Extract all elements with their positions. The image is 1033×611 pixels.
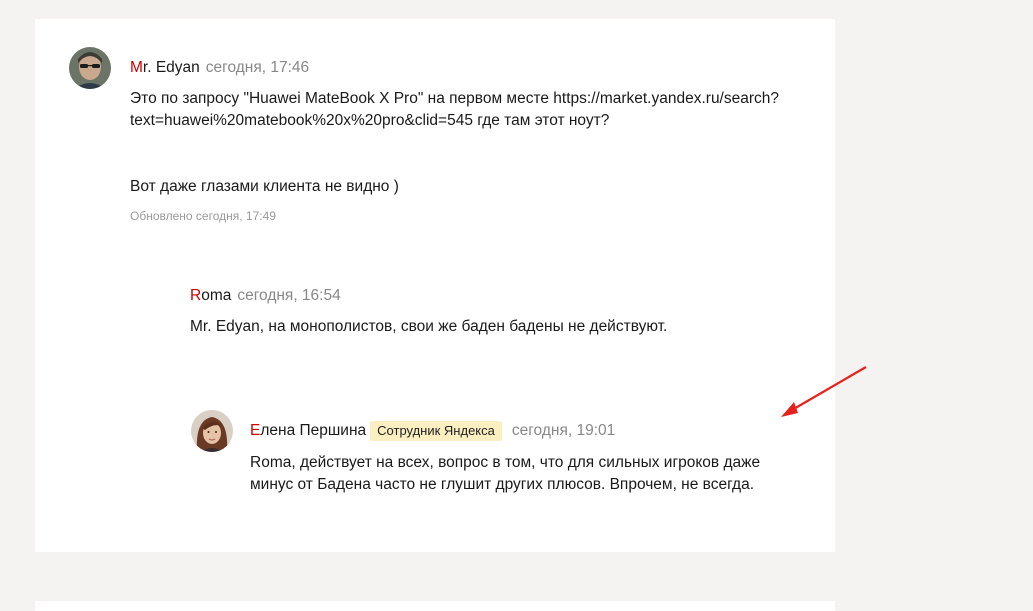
updated-note: Обновлено сегодня, 17:49	[130, 209, 276, 223]
comment-meta: Елена Першина Сотрудник Яндекса сегодня, 1…	[250, 421, 615, 441]
avatar[interactable]	[191, 410, 233, 452]
mention-link[interactable]: Mr. Edyan	[190, 318, 260, 335]
comment-text-line: Вот даже глазами клиента не видно )	[130, 178, 399, 195]
comment-text-line: Это по запросу "Huawei MateBook X Pro" н…	[130, 90, 780, 107]
next-card	[35, 601, 835, 611]
comment-text-line: минус от Бадена часто не глушит других п…	[250, 476, 755, 493]
user-avatar-icon	[69, 47, 111, 89]
avatar[interactable]	[69, 47, 111, 89]
comment-text-line: Roma, действует на всех, вопрос в том, ч…	[250, 454, 761, 471]
mention-link[interactable]: Roma	[250, 454, 291, 471]
employee-badge: Сотрудник Яндекса	[370, 421, 502, 441]
author-name[interactable]: Mr. Edyan	[130, 59, 200, 76]
user-avatar-icon	[191, 410, 233, 452]
comment-time[interactable]: сегодня, 16:54	[237, 287, 340, 304]
comment-time[interactable]: сегодня, 17:46	[206, 59, 309, 76]
author-name[interactable]: Roma	[190, 287, 231, 304]
comment-text-line: text=huawei%20matebook%20x%20pro&clid=54…	[130, 112, 610, 129]
author-name[interactable]: Елена Першина	[250, 422, 366, 439]
comment-time[interactable]: сегодня, 19:01	[512, 422, 615, 439]
comment-text: Mr. Edyan, на монополистов, свои же баде…	[190, 318, 668, 335]
comment-meta: Mr. Edyan сегодня, 17:46	[130, 58, 309, 78]
comment-meta: Roma сегодня, 16:54	[190, 286, 341, 306]
